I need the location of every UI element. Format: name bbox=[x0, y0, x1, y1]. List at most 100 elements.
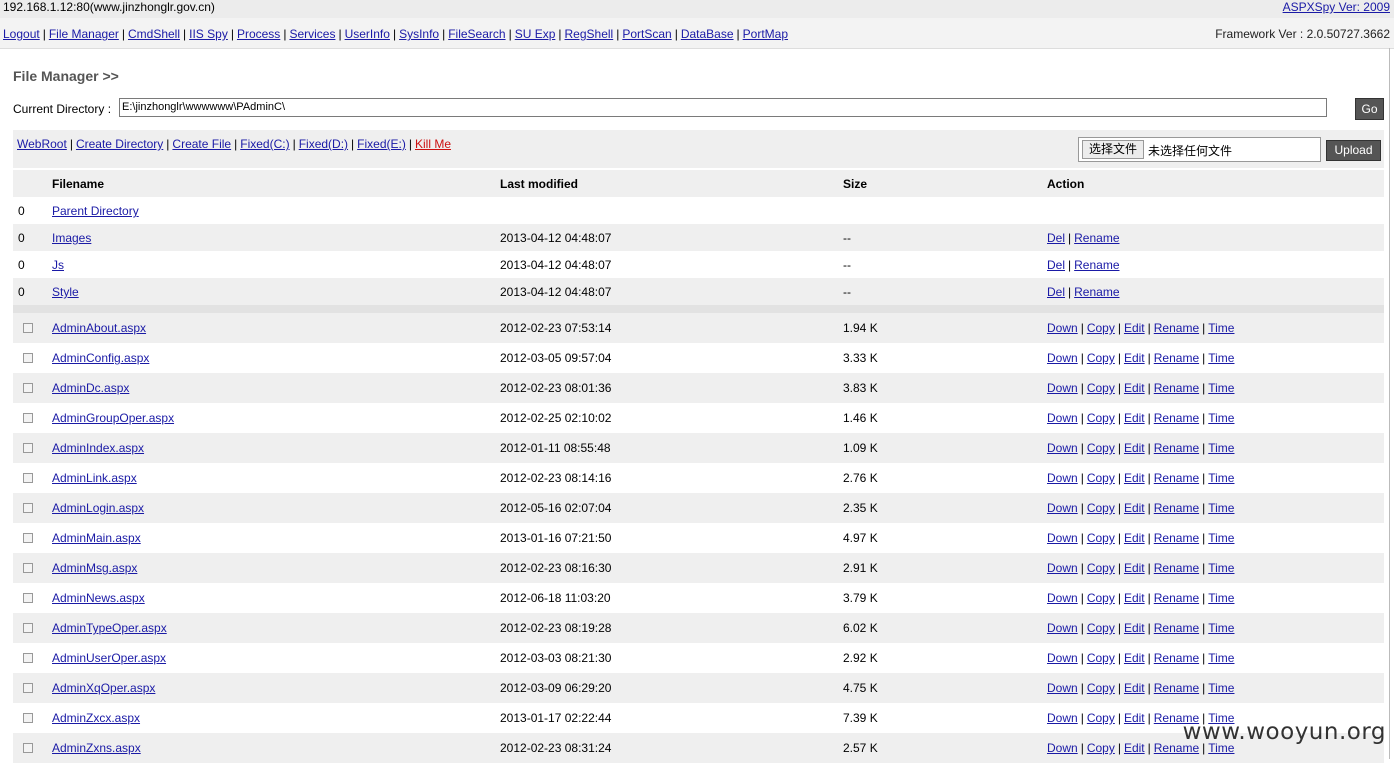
action-time[interactable]: Time bbox=[1208, 441, 1234, 455]
action-rename[interactable]: Rename bbox=[1074, 285, 1119, 299]
action-rename[interactable]: Rename bbox=[1074, 258, 1119, 272]
action-copy[interactable]: Copy bbox=[1087, 651, 1115, 665]
nav-services[interactable]: Services bbox=[289, 27, 335, 41]
action-rename[interactable]: Rename bbox=[1074, 231, 1119, 245]
action-rename[interactable]: Rename bbox=[1154, 561, 1199, 575]
file-checkbox[interactable] bbox=[23, 623, 33, 633]
action-rename[interactable]: Rename bbox=[1154, 471, 1199, 485]
action-del[interactable]: Del bbox=[1047, 285, 1065, 299]
action-down[interactable]: Down bbox=[1047, 321, 1078, 335]
action-time[interactable]: Time bbox=[1208, 651, 1234, 665]
action-down[interactable]: Down bbox=[1047, 351, 1078, 365]
action-copy[interactable]: Copy bbox=[1087, 351, 1115, 365]
file-checkbox[interactable] bbox=[23, 443, 33, 453]
toolbar-fixed-d[interactable]: Fixed(D:) bbox=[299, 137, 348, 151]
nav-sysinfo[interactable]: SysInfo bbox=[399, 27, 439, 41]
file-checkbox[interactable] bbox=[23, 533, 33, 543]
action-time[interactable]: Time bbox=[1208, 321, 1234, 335]
action-copy[interactable]: Copy bbox=[1087, 441, 1115, 455]
action-down[interactable]: Down bbox=[1047, 561, 1078, 575]
nav-iis-spy[interactable]: IIS Spy bbox=[189, 27, 228, 41]
file-link[interactable]: AdminXqOper.aspx bbox=[52, 681, 155, 695]
action-rename[interactable]: Rename bbox=[1154, 591, 1199, 605]
action-time[interactable]: Time bbox=[1208, 501, 1234, 515]
action-rename[interactable]: Rename bbox=[1154, 321, 1199, 335]
action-down[interactable]: Down bbox=[1047, 741, 1078, 755]
action-down[interactable]: Down bbox=[1047, 651, 1078, 665]
action-copy[interactable]: Copy bbox=[1087, 411, 1115, 425]
file-link[interactable]: AdminMain.aspx bbox=[52, 531, 141, 545]
kill-me-link[interactable]: Kill Me bbox=[415, 137, 451, 151]
action-down[interactable]: Down bbox=[1047, 441, 1078, 455]
directory-link[interactable]: Js bbox=[52, 258, 64, 272]
action-copy[interactable]: Copy bbox=[1087, 621, 1115, 635]
nav-regshell[interactable]: RegShell bbox=[565, 27, 614, 41]
action-edit[interactable]: Edit bbox=[1124, 711, 1145, 725]
action-copy[interactable]: Copy bbox=[1087, 321, 1115, 335]
file-checkbox[interactable] bbox=[23, 653, 33, 663]
file-checkbox[interactable] bbox=[23, 383, 33, 393]
file-picker[interactable]: 选择文件 未选择任何文件 bbox=[1078, 137, 1321, 162]
action-down[interactable]: Down bbox=[1047, 681, 1078, 695]
action-time[interactable]: Time bbox=[1208, 531, 1234, 545]
action-copy[interactable]: Copy bbox=[1087, 501, 1115, 515]
file-checkbox[interactable] bbox=[23, 563, 33, 573]
action-del[interactable]: Del bbox=[1047, 258, 1065, 272]
go-button[interactable]: Go bbox=[1355, 98, 1384, 120]
action-copy[interactable]: Copy bbox=[1087, 561, 1115, 575]
action-rename[interactable]: Rename bbox=[1154, 651, 1199, 665]
file-link[interactable]: AdminMsg.aspx bbox=[52, 561, 137, 575]
action-copy[interactable]: Copy bbox=[1087, 531, 1115, 545]
action-rename[interactable]: Rename bbox=[1154, 381, 1199, 395]
action-down[interactable]: Down bbox=[1047, 591, 1078, 605]
action-rename[interactable]: Rename bbox=[1154, 501, 1199, 515]
action-down[interactable]: Down bbox=[1047, 501, 1078, 515]
action-rename[interactable]: Rename bbox=[1154, 411, 1199, 425]
nav-cmdshell[interactable]: CmdShell bbox=[128, 27, 180, 41]
action-edit[interactable]: Edit bbox=[1124, 351, 1145, 365]
file-checkbox[interactable] bbox=[23, 353, 33, 363]
file-link[interactable]: AdminZxcx.aspx bbox=[52, 711, 140, 725]
action-time[interactable]: Time bbox=[1208, 471, 1234, 485]
action-down[interactable]: Down bbox=[1047, 711, 1078, 725]
nav-database[interactable]: DataBase bbox=[681, 27, 734, 41]
toolbar-webroot[interactable]: WebRoot bbox=[17, 137, 67, 151]
file-link[interactable]: AdminIndex.aspx bbox=[52, 441, 144, 455]
action-edit[interactable]: Edit bbox=[1124, 381, 1145, 395]
action-del[interactable]: Del bbox=[1047, 231, 1065, 245]
file-checkbox[interactable] bbox=[23, 683, 33, 693]
action-copy[interactable]: Copy bbox=[1087, 711, 1115, 725]
toolbar-create-directory[interactable]: Create Directory bbox=[76, 137, 163, 151]
action-edit[interactable]: Edit bbox=[1124, 441, 1145, 455]
parent-directory-link[interactable]: Parent Directory bbox=[52, 204, 139, 218]
file-link[interactable]: AdminGroupOper.aspx bbox=[52, 411, 174, 425]
action-edit[interactable]: Edit bbox=[1124, 321, 1145, 335]
file-checkbox[interactable] bbox=[23, 503, 33, 513]
action-time[interactable]: Time bbox=[1208, 561, 1234, 575]
nav-userinfo[interactable]: UserInfo bbox=[345, 27, 390, 41]
nav-process[interactable]: Process bbox=[237, 27, 280, 41]
action-down[interactable]: Down bbox=[1047, 411, 1078, 425]
file-link[interactable]: AdminLink.aspx bbox=[52, 471, 137, 485]
nav-portscan[interactable]: PortScan bbox=[622, 27, 671, 41]
action-edit[interactable]: Edit bbox=[1124, 471, 1145, 485]
directory-link[interactable]: Images bbox=[52, 231, 91, 245]
toolbar-create-file[interactable]: Create File bbox=[172, 137, 231, 151]
file-checkbox[interactable] bbox=[23, 323, 33, 333]
action-copy[interactable]: Copy bbox=[1087, 381, 1115, 395]
toolbar-fixed-c[interactable]: Fixed(C:) bbox=[240, 137, 289, 151]
action-time[interactable]: Time bbox=[1208, 411, 1234, 425]
nav-logout[interactable]: Logout bbox=[3, 27, 40, 41]
file-link[interactable]: AdminZxns.aspx bbox=[52, 741, 141, 755]
action-edit[interactable]: Edit bbox=[1124, 501, 1145, 515]
action-copy[interactable]: Copy bbox=[1087, 471, 1115, 485]
action-down[interactable]: Down bbox=[1047, 381, 1078, 395]
file-link[interactable]: AdminConfig.aspx bbox=[52, 351, 149, 365]
nav-su-exp[interactable]: SU Exp bbox=[515, 27, 556, 41]
action-copy[interactable]: Copy bbox=[1087, 681, 1115, 695]
action-time[interactable]: Time bbox=[1208, 351, 1234, 365]
action-edit[interactable]: Edit bbox=[1124, 561, 1145, 575]
action-rename[interactable]: Rename bbox=[1154, 441, 1199, 455]
toolbar-fixed-e[interactable]: Fixed(E:) bbox=[357, 137, 406, 151]
nav-file-manager[interactable]: File Manager bbox=[49, 27, 119, 41]
